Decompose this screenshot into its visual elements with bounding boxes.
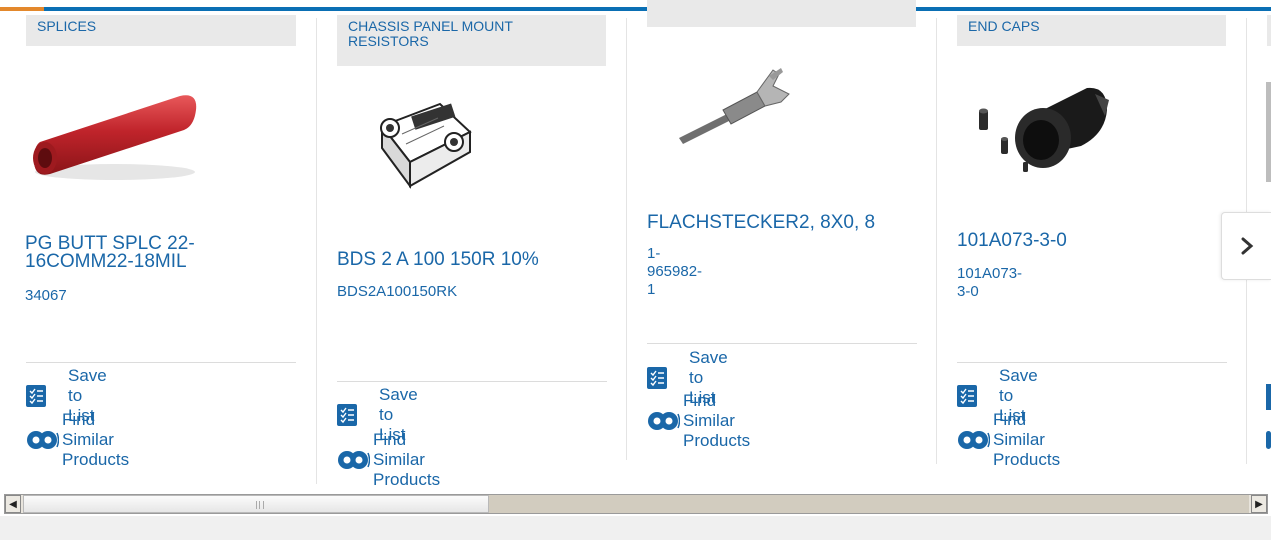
chevron-right-icon bbox=[1241, 237, 1253, 255]
scroll-right-button[interactable]: ▶ bbox=[1251, 495, 1267, 513]
scroll-left-button[interactable]: ◀ bbox=[5, 495, 21, 513]
part-number[interactable]: 101A073-3-0 bbox=[957, 265, 1022, 301]
find-similar-button[interactable]: Find Similar Products bbox=[26, 410, 129, 469]
category-label[interactable] bbox=[647, 0, 916, 27]
scrollbar-track[interactable] bbox=[489, 495, 1249, 513]
product-image-splice[interactable] bbox=[30, 82, 200, 182]
scrollbar-thumb[interactable] bbox=[23, 495, 489, 513]
find-similar-label: Find Similar Products bbox=[373, 430, 441, 489]
horizontal-scrollbar[interactable]: ◀ ▶ bbox=[4, 494, 1268, 514]
part-number[interactable]: BDS2A100150RK bbox=[337, 283, 457, 301]
save-to-list-button[interactable]: Save to List bbox=[647, 348, 728, 407]
product-image-resistor[interactable] bbox=[362, 96, 477, 196]
category-label[interactable]: CHASSIS PANEL MOUNT RESISTORS bbox=[337, 15, 606, 66]
gears-icon bbox=[958, 431, 990, 449]
product-image-connector[interactable] bbox=[677, 66, 802, 146]
product-title[interactable]: PG BUTT SPLC 22-16COMM22-18MIL bbox=[25, 234, 295, 271]
partial-product-image bbox=[1266, 82, 1271, 182]
list-check-icon bbox=[26, 385, 46, 407]
card-divider bbox=[936, 18, 937, 464]
bottom-panel bbox=[0, 516, 1271, 540]
product-carousel: SPLICES PG BUTT SPLC 22-16COMM22-18MIL 3… bbox=[0, 0, 1271, 492]
find-similar-label: Find Similar Products bbox=[62, 410, 130, 469]
category-label[interactable]: SPLICES bbox=[26, 15, 296, 46]
product-title[interactable]: FLACHSTECKER2, 8X0, 8 bbox=[647, 213, 917, 232]
divider bbox=[647, 343, 917, 344]
find-similar-button[interactable]: Find Similar Products bbox=[957, 410, 1060, 469]
gears-icon bbox=[338, 451, 370, 469]
find-similar-button[interactable]: Find Similar Products bbox=[337, 430, 440, 489]
product-title[interactable]: BDS 2 A 100 150R 10% bbox=[337, 250, 607, 269]
list-check-icon bbox=[647, 367, 667, 389]
find-similar-label: Find Similar Products bbox=[993, 410, 1061, 469]
divider bbox=[957, 362, 1227, 363]
save-to-list-button[interactable]: Save to List bbox=[957, 366, 1038, 425]
list-check-icon bbox=[957, 385, 977, 407]
category-label[interactable]: END CAPS bbox=[957, 15, 1226, 46]
card-divider bbox=[316, 18, 317, 484]
save-to-list-button[interactable]: Save to List bbox=[26, 366, 107, 425]
part-number[interactable]: 1-965982-1 bbox=[647, 245, 702, 299]
part-number[interactable]: 34067 bbox=[25, 287, 67, 305]
card-divider bbox=[626, 18, 627, 460]
find-similar-button[interactable]: Find Similar Products bbox=[647, 391, 750, 450]
product-image-end-caps[interactable] bbox=[975, 82, 1110, 182]
scrollbar-grip bbox=[256, 501, 264, 509]
save-to-list-button[interactable]: Save to List bbox=[337, 385, 418, 444]
product-title[interactable]: 101A073-3-0 bbox=[957, 231, 1227, 250]
partial-similar-icon bbox=[1266, 431, 1271, 449]
partial-category-label bbox=[1267, 15, 1271, 46]
partial-save-icon bbox=[1266, 384, 1271, 410]
list-check-icon bbox=[337, 404, 357, 426]
find-similar-label: Find Similar Products bbox=[683, 391, 751, 450]
gears-icon bbox=[648, 412, 680, 430]
divider bbox=[26, 362, 296, 363]
divider bbox=[337, 381, 607, 382]
carousel-next-button[interactable] bbox=[1221, 212, 1271, 280]
gears-icon bbox=[27, 431, 59, 449]
